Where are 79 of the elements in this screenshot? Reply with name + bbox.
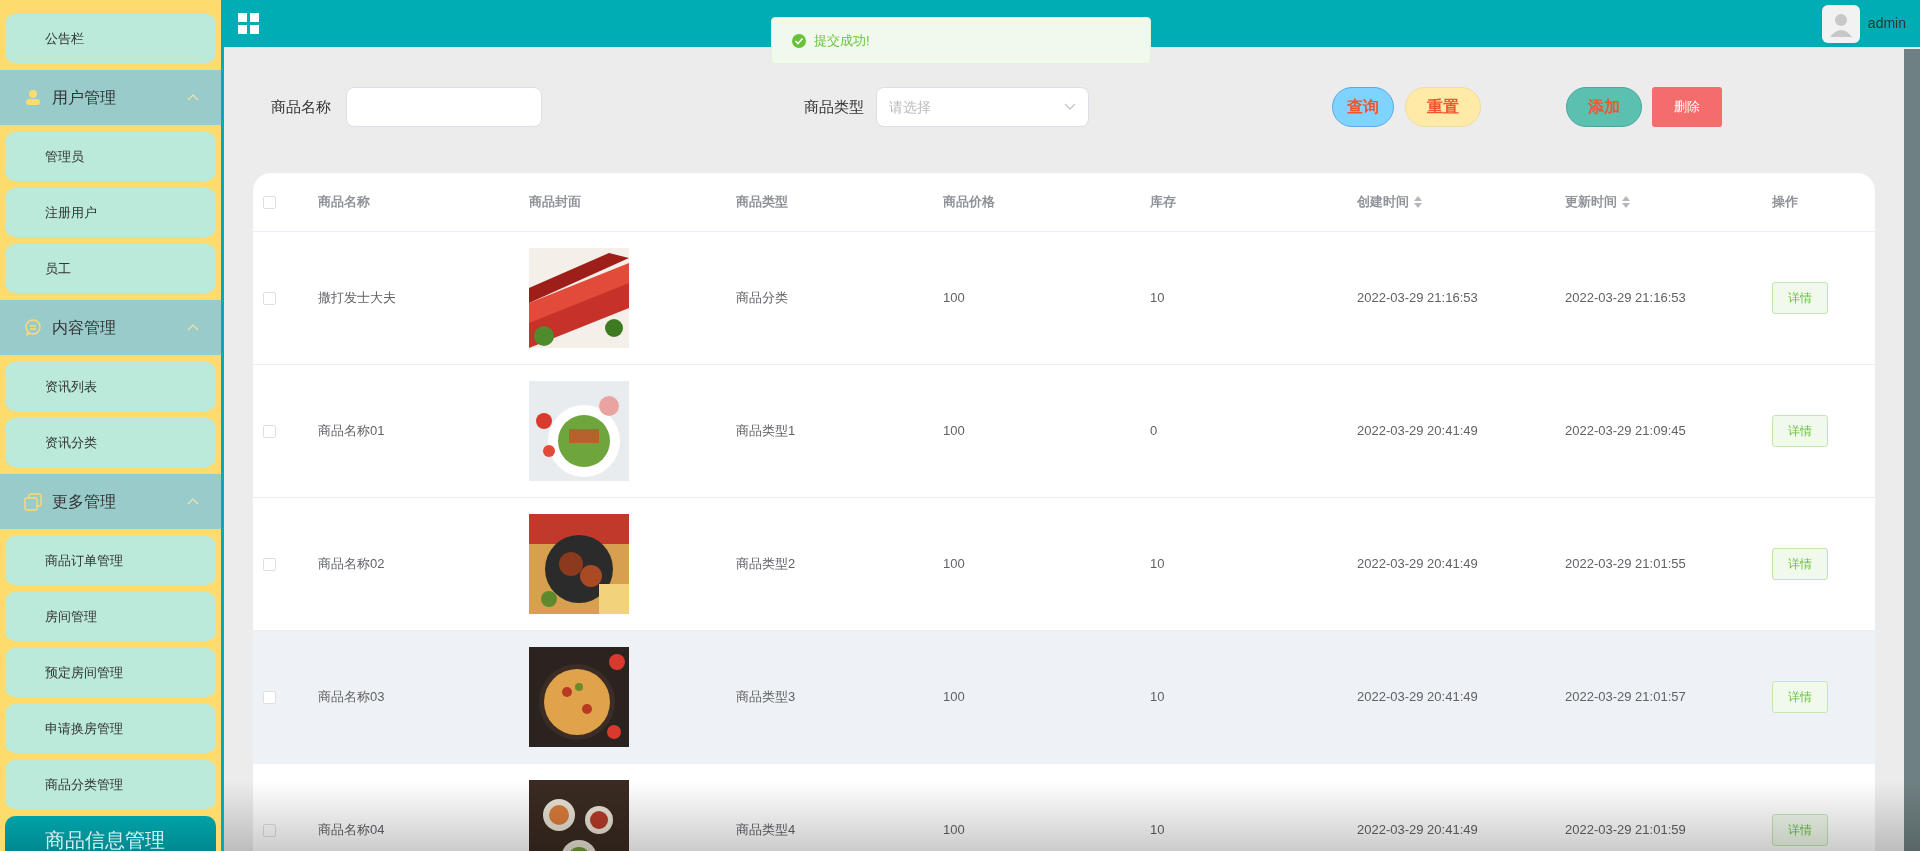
sidebar-item[interactable]: 预定房间管理: [5, 648, 216, 697]
table-row[interactable]: 商品名称03 商品类型3 100 10 2022-03-29 20:41:49 2022-03-29 21:01:57 详情: [253, 631, 1875, 764]
table-cell-text: 100: [943, 688, 965, 707]
chevron-up-icon: [187, 498, 199, 505]
chat-bubble-icon: [24, 318, 42, 337]
sidebar-group-header[interactable]: 内容管理: [0, 300, 221, 355]
group-label: 用户管理: [52, 87, 117, 108]
table-cell-text: 100: [943, 289, 965, 308]
table-cell-text: 商品类型1: [736, 422, 796, 441]
copy-icon: [24, 492, 42, 511]
chevron-up-icon: [187, 94, 199, 101]
sidebar-item[interactable]: 员工: [5, 244, 216, 293]
column-header: 操作: [1772, 193, 1798, 212]
table-cell-text: 2022-03-29 21:16:53: [1357, 289, 1478, 308]
sort-icon: [1414, 196, 1422, 208]
field-label: 商品名称: [271, 96, 332, 117]
chevron-up-icon: [187, 324, 199, 331]
table-cell-text: 100: [943, 555, 965, 574]
table-cell-text: 2022-03-29 20:41:49: [1357, 688, 1478, 707]
table-cell-text: 商品名称01: [318, 422, 385, 441]
column-header: 商品价格: [943, 193, 995, 212]
table-cell-text: 10: [1150, 821, 1165, 840]
sidebar-item[interactable]: 公告栏: [5, 14, 216, 63]
table-cell-text: 商品类型2: [736, 555, 796, 574]
table-cell-text: 0: [1150, 422, 1158, 441]
table-cell-text: 商品类型4: [736, 821, 796, 840]
table-cell-text: 商品名称04: [318, 821, 385, 840]
table-cell-text: 撒打发士大夫: [318, 289, 396, 308]
scrollbar[interactable]: [1904, 49, 1920, 851]
checkbox[interactable]: [263, 823, 276, 837]
table-cell-text: 100: [943, 821, 965, 840]
checkbox[interactable]: [263, 557, 276, 571]
user-name[interactable]: admin: [1867, 13, 1906, 34]
table-cell-text: 2022-03-29 20:41:49: [1357, 422, 1478, 441]
sidebar-item[interactable]: 商品分类管理: [5, 760, 216, 809]
table-cell-text: 2022-03-29 21:01:59: [1565, 821, 1686, 840]
sidebar-item[interactable]: 注册用户: [5, 188, 216, 237]
name-input-field[interactable]: [346, 87, 542, 127]
select-placeholder: 请选择: [889, 97, 931, 117]
field-label: 商品类型: [804, 96, 864, 117]
table-cell-text: 10: [1150, 688, 1165, 707]
group-label: 内容管理: [52, 317, 117, 338]
table-cell-text: 2022-03-29 20:41:49: [1357, 555, 1478, 574]
sort-icon: [1622, 196, 1630, 208]
table-cell-text: 10: [1150, 289, 1165, 308]
checkbox[interactable]: [263, 195, 276, 209]
table-cell-text: 2022-03-29 21:01:57: [1565, 688, 1686, 707]
sidebar-item[interactable]: 商品订单管理: [5, 536, 216, 585]
sidebar-item[interactable]: 管理员: [5, 132, 216, 181]
table-cell-text: 10: [1150, 555, 1165, 574]
sidebar-group-header[interactable]: 用户管理: [0, 70, 221, 125]
avatar-icon[interactable]: [1821, 4, 1860, 43]
grid-menu-icon[interactable]: [238, 12, 260, 35]
sidebar-item[interactable]: 申请换房管理: [5, 704, 216, 753]
column-header: 商品类型: [736, 193, 788, 212]
chevron-down-icon: [1064, 103, 1076, 111]
checkbox[interactable]: [263, 690, 276, 704]
sidebar-item[interactable]: 房间管理: [5, 592, 216, 641]
group-label: 更多管理: [52, 491, 117, 512]
sidebar-group-header[interactable]: 更多管理: [0, 474, 221, 529]
table-cell-text: 商品名称02: [318, 555, 385, 574]
table-cell-text: 2022-03-29 21:09:45: [1565, 422, 1686, 441]
checkbox[interactable]: [263, 424, 276, 438]
table-cell-text: 2022-03-29 20:41:49: [1357, 821, 1478, 840]
checkbox[interactable]: [263, 291, 276, 305]
table-cell-text: 商品名称03: [318, 688, 385, 707]
column-header: 库存: [1150, 193, 1176, 212]
table-cell-text: 2022-03-29 21:16:53: [1565, 289, 1686, 308]
table-cell-text: 商品类型3: [736, 688, 796, 707]
sidebar-item[interactable]: 资讯列表: [5, 362, 216, 411]
toast-message: 提交成功!: [814, 31, 870, 50]
sidebar-item[interactable]: 资讯分类: [5, 418, 216, 467]
column-header: 商品名称: [318, 193, 370, 212]
table-cell-text: 2022-03-29 21:01:55: [1565, 555, 1686, 574]
table-cell-text: 100: [943, 422, 965, 441]
column-header: 商品封面: [529, 193, 581, 212]
success-check-icon: [792, 33, 806, 48]
table-cell-text: 商品分类: [736, 289, 788, 308]
user-icon: [24, 88, 42, 107]
